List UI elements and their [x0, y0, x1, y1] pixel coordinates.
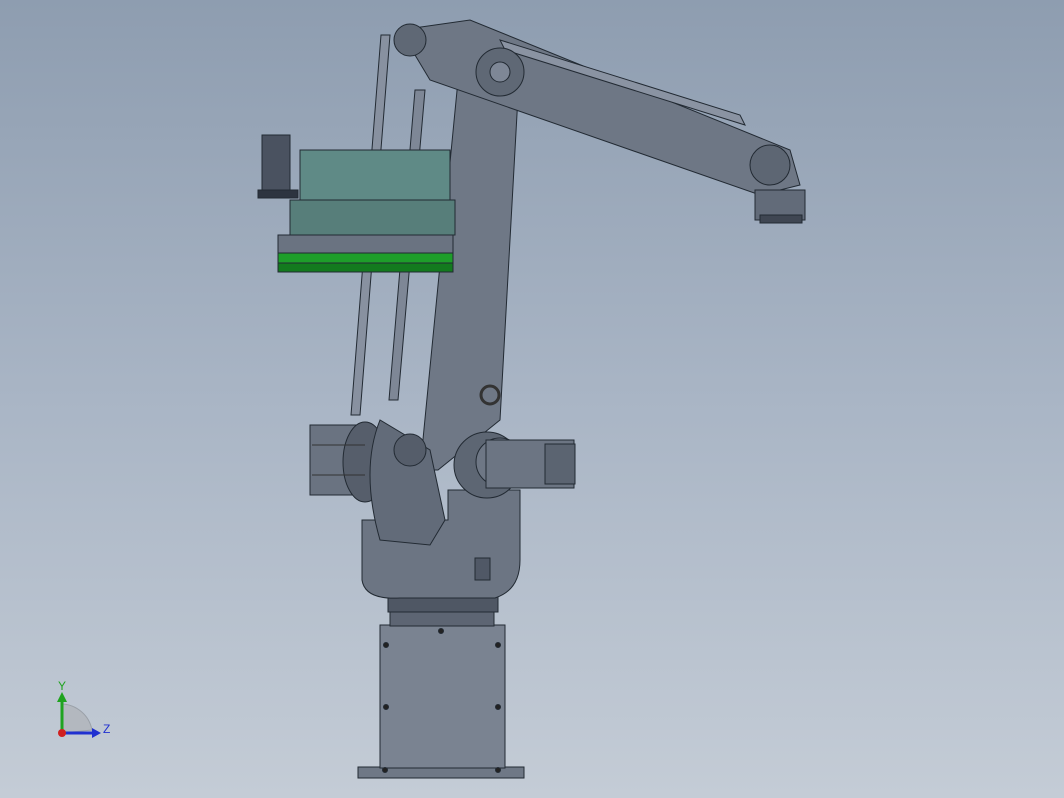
gripper[interactable]	[257, 134, 456, 273]
cad-viewport[interactable]: Y Z	[0, 0, 1064, 798]
pedestal[interactable]	[357, 595, 525, 779]
view-triad: Y Z	[57, 679, 110, 738]
y-axis-label: Y	[58, 679, 66, 693]
z-axis-label: Z	[103, 722, 110, 736]
suction-pads	[277, 252, 454, 264]
robot-model[interactable]: Y Z	[0, 0, 1064, 798]
